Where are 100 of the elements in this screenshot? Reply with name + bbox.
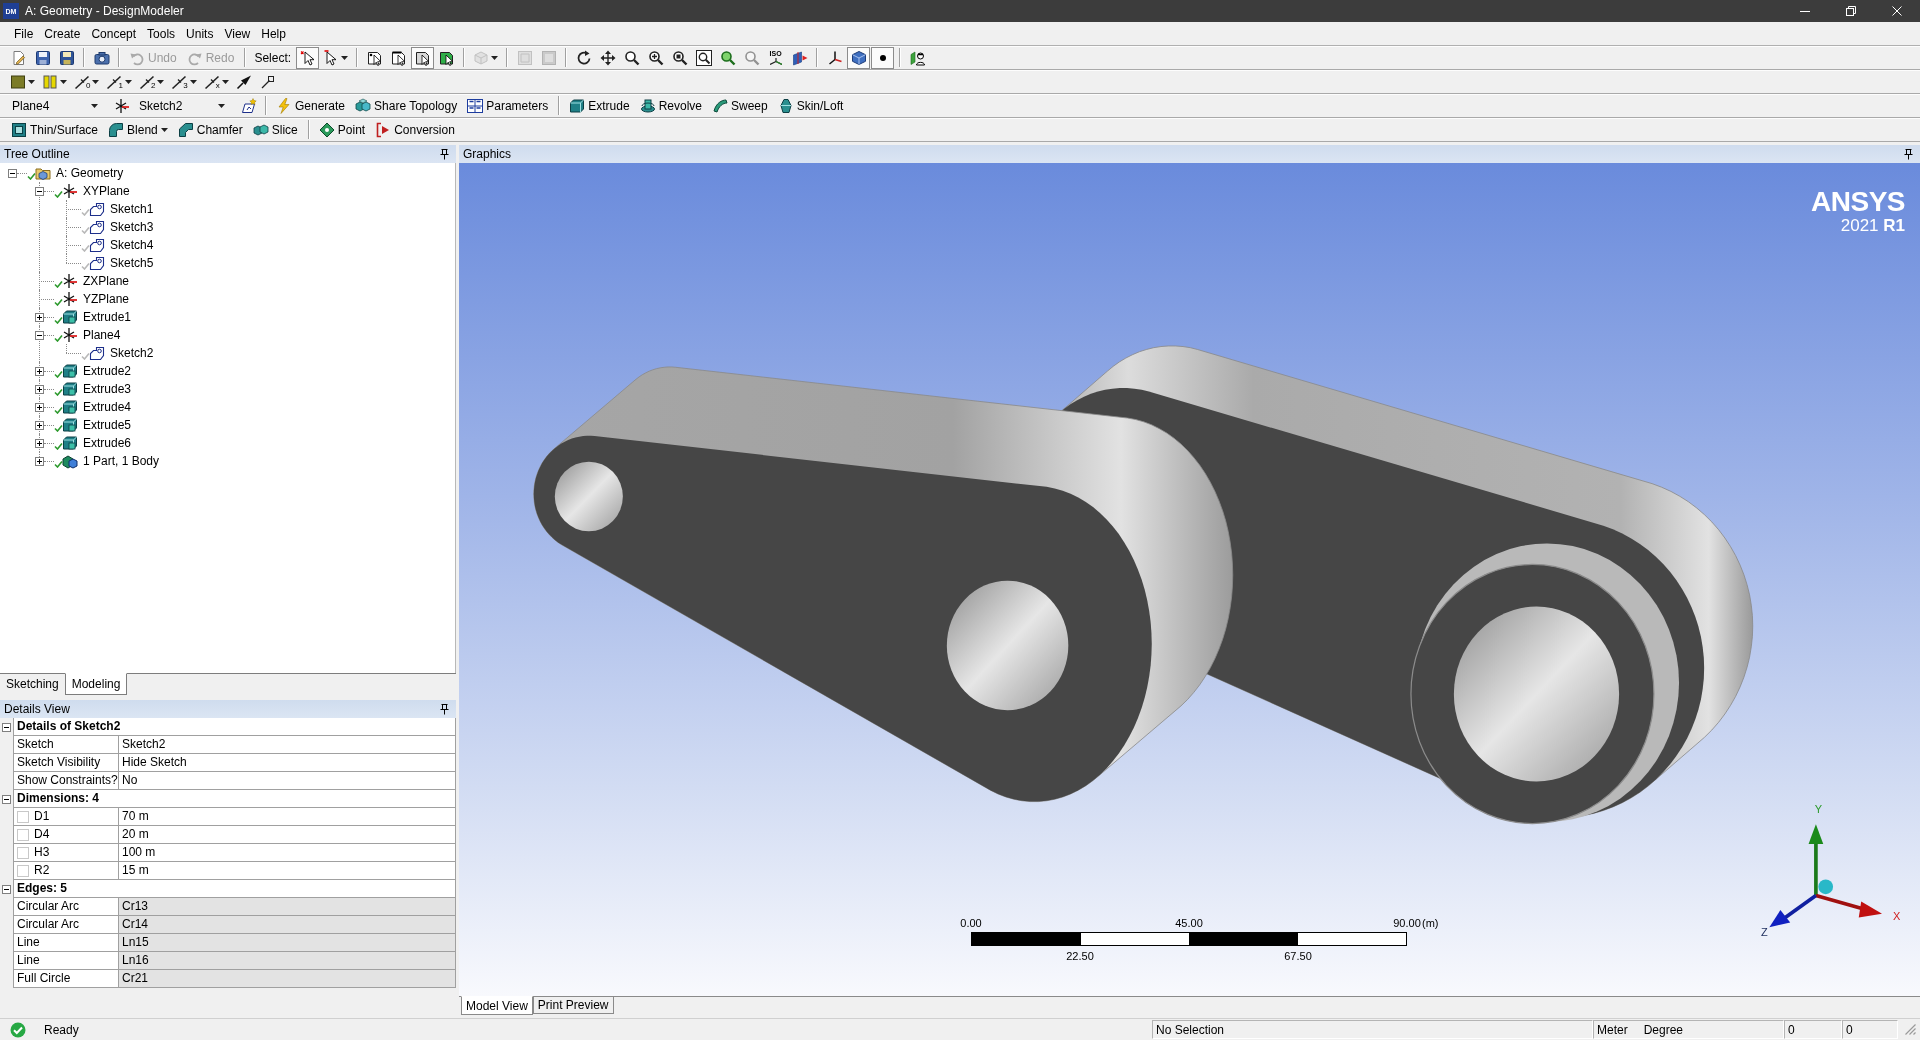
toolbar-button[interactable]: Sweep — [708, 94, 773, 117]
property-value[interactable]: Hide Sketch — [119, 754, 456, 772]
tab[interactable]: Modeling — [64, 673, 128, 695]
expand-icon[interactable] — [35, 456, 44, 466]
checkbox[interactable] — [17, 828, 29, 841]
expand-icon[interactable] — [35, 384, 44, 394]
checkbox[interactable] — [17, 864, 29, 877]
property-value[interactable]: 70 m — [119, 808, 456, 826]
toolbar-button[interactable]: Slice — [248, 118, 303, 141]
toolbar-button[interactable]: x — [200, 70, 232, 93]
cube-icon — [850, 49, 867, 66]
tree-item[interactable]: Plane4 — [83, 328, 121, 342]
toolbar-button[interactable]: Generate — [272, 94, 351, 117]
frame-icon — [516, 49, 533, 66]
sketch-icon — [89, 255, 105, 271]
menu-item[interactable]: Concept — [86, 24, 142, 43]
toolbar-button[interactable]: Skin/Loft — [773, 94, 849, 117]
tree-item[interactable]: XYPlane — [83, 184, 130, 198]
tab[interactable]: Model View — [461, 996, 533, 1015]
toolbar-button[interactable]: Conversion — [371, 118, 460, 141]
unit-label: Degree — [1643, 1023, 1684, 1038]
collapse-icon[interactable] — [2, 722, 11, 732]
tree-item[interactable]: 1 Part, 1 Body — [83, 454, 160, 468]
resize-grip-icon[interactable] — [1905, 1024, 1916, 1035]
tree-item[interactable]: A: Geometry — [56, 166, 124, 180]
tree-item[interactable]: Sketch2 — [110, 346, 154, 360]
property-value[interactable]: 100 m — [119, 844, 456, 862]
tree-item[interactable]: Sketch3 — [110, 220, 154, 234]
tree-item[interactable]: ZXPlane — [83, 274, 130, 288]
toolbar-button[interactable] — [296, 46, 320, 69]
menu-item[interactable]: View — [219, 24, 256, 43]
scale-label: 22.50 — [1066, 950, 1094, 962]
tree-item[interactable]: Sketch1 — [110, 202, 154, 216]
collapse-icon[interactable] — [35, 330, 44, 340]
toolbar-button[interactable] — [847, 46, 871, 69]
tree-item[interactable]: Extrude1 — [83, 310, 132, 324]
checkbox[interactable] — [17, 810, 29, 823]
tree-item[interactable]: Extrude3 — [83, 382, 132, 396]
toolbar-button[interactable]: Extrude — [565, 94, 635, 117]
toolbar-button[interactable]: 2 — [135, 70, 168, 93]
collapse-icon[interactable] — [2, 884, 11, 894]
tab[interactable]: Print Preview — [532, 997, 614, 1014]
tree-item[interactable]: Sketch5 — [110, 256, 154, 270]
expand-icon[interactable] — [35, 312, 44, 322]
menu-item[interactable]: Create — [39, 24, 86, 43]
magnifier-icon — [671, 49, 688, 66]
tree-item[interactable]: Sketch4 — [110, 238, 154, 252]
menu-item[interactable]: Units — [181, 24, 219, 43]
magnifier-icon — [719, 49, 736, 66]
expand-icon[interactable] — [35, 402, 44, 412]
toolbar-button[interactable]: Blend — [104, 118, 173, 141]
tree-item[interactable]: Extrude4 — [83, 400, 132, 414]
property-value[interactable]: 15 m — [119, 862, 456, 880]
caret-icon — [341, 55, 349, 60]
pin-icon[interactable] — [439, 703, 450, 715]
menu-item[interactable]: File — [9, 24, 39, 43]
axes-icon — [826, 49, 843, 66]
property-value[interactable]: Sketch2 — [119, 736, 456, 754]
collapse-icon[interactable] — [8, 168, 17, 178]
toolbar-button[interactable]: Parameters — [463, 94, 554, 117]
expand-icon[interactable] — [35, 366, 44, 376]
logo-wordmark: ANSYS — [1811, 187, 1905, 217]
menu-item[interactable]: Tools — [142, 24, 181, 43]
check-icon — [54, 280, 63, 288]
caret-icon — [157, 79, 165, 84]
property-name: Sketch — [13, 736, 119, 754]
arrow-icon — [236, 73, 253, 90]
toolbar-button[interactable] — [871, 46, 895, 69]
checkbox[interactable] — [17, 846, 29, 859]
check-icon — [54, 388, 63, 396]
toolbar-button[interactable]: Share Topology — [351, 94, 463, 117]
collapse-icon[interactable] — [35, 186, 44, 196]
tree-item[interactable]: YZPlane — [83, 292, 130, 306]
toolbar-button[interactable]: 0 — [71, 70, 103, 93]
check-icon — [54, 334, 63, 342]
caret-icon — [218, 103, 225, 108]
zoom-in-icon — [647, 49, 664, 66]
toolbar-button[interactable]: Point — [314, 118, 371, 141]
property-value[interactable]: No — [119, 772, 456, 790]
toolbar-button[interactable]: Revolve — [635, 94, 707, 117]
axes-icon — [62, 273, 78, 289]
toolbar-button[interactable]: 3 — [168, 70, 200, 93]
toolbar-button[interactable] — [411, 46, 435, 69]
graphics-viewport[interactable]: X Y Z ANSYS 2021 R1 0.00 45.00 90.00(m) 22.50 67.50 — [459, 163, 1920, 996]
toolbar-button[interactable]: Thin/Surface — [7, 118, 104, 141]
pin-icon[interactable] — [1903, 148, 1914, 160]
expand-icon[interactable] — [35, 438, 44, 448]
axes-icon — [62, 291, 78, 307]
pin-icon[interactable] — [439, 148, 450, 160]
menu-item[interactable]: Help — [256, 24, 291, 43]
tree-item[interactable]: Extrude2 — [83, 364, 132, 378]
toolbar-button[interactable]: 1 — [103, 70, 135, 93]
dimension-name: D4 — [34, 826, 50, 843]
tree-item[interactable]: Extrude5 — [83, 418, 132, 432]
toolbar-button[interactable]: Chamfer — [173, 118, 248, 141]
expand-icon[interactable] — [35, 420, 44, 430]
collapse-icon[interactable] — [2, 794, 11, 804]
axis-triad-icon[interactable] — [1769, 824, 1883, 928]
tree-item[interactable]: Extrude6 — [83, 436, 132, 450]
property-value[interactable]: 20 m — [119, 826, 456, 844]
